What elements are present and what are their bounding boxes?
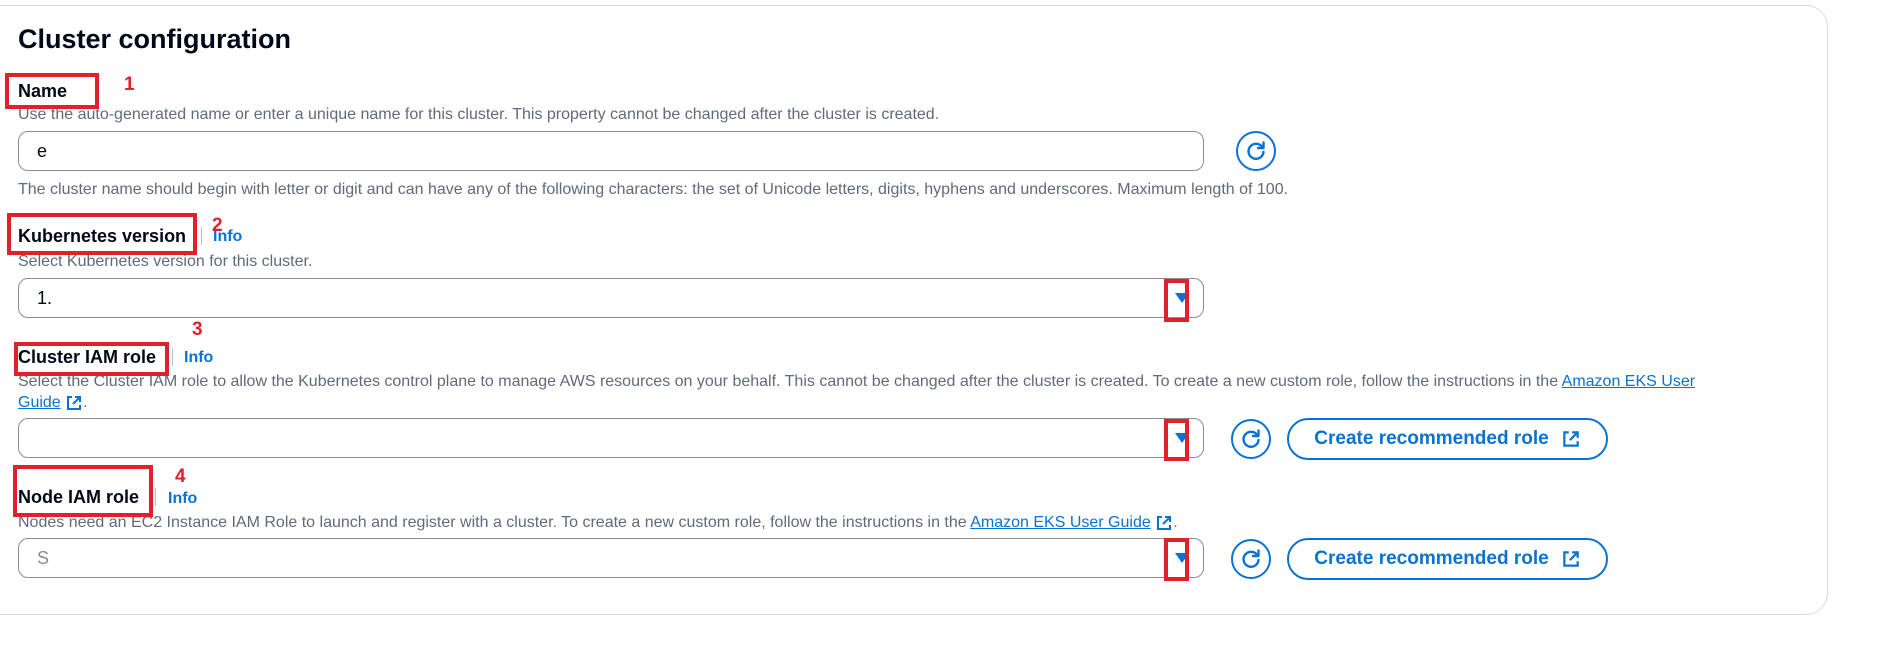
refresh-name-button[interactable] xyxy=(1236,131,1276,171)
section-title: Cluster configuration xyxy=(18,24,292,54)
cluster-iam-role-description-continued: Guide . xyxy=(18,394,88,412)
cluster-iam-role-select[interactable] xyxy=(18,418,1204,458)
cluster-iam-role-info-link[interactable]: Info xyxy=(184,349,213,367)
cluster-iam-role-description: Select the Cluster IAM role to allow the… xyxy=(18,373,1695,391)
refresh-cluster-role-button[interactable] xyxy=(1231,419,1271,459)
refresh-node-role-button[interactable] xyxy=(1231,539,1271,579)
amazon-eks-user-guide-link[interactable]: Guide xyxy=(18,394,61,411)
kubernetes-version-select[interactable]: 1. xyxy=(18,278,1204,318)
annotation-box-cluster-iam-role xyxy=(14,342,169,376)
name-description: Use the auto-generated name or enter a u… xyxy=(18,106,940,123)
label-separator xyxy=(172,348,173,366)
external-link-icon xyxy=(67,396,82,410)
create-recommended-role-label: Create recommended role xyxy=(1314,428,1549,449)
annotation-number-3: 3 xyxy=(192,319,203,340)
kubernetes-version-value: 1. xyxy=(37,288,53,308)
annotation-box-node-role-dropdown xyxy=(1164,538,1189,581)
description-text: Select the Cluster IAM role to allow the… xyxy=(18,373,1562,390)
create-recommended-cluster-role-button[interactable]: Create recommended role xyxy=(1287,418,1608,460)
kubernetes-version-description: Select Kubernetes version for this clust… xyxy=(18,253,313,270)
refresh-icon xyxy=(1242,429,1260,448)
amazon-eks-user-guide-link[interactable]: Amazon EKS User Guide xyxy=(970,514,1151,531)
refresh-icon xyxy=(1242,549,1260,568)
node-iam-role-description: Nodes need an EC2 Instance IAM Role to l… xyxy=(18,514,1178,532)
create-recommended-role-label: Create recommended role xyxy=(1314,548,1549,569)
refresh-icon xyxy=(1247,141,1265,160)
name-constraint-text: The cluster name should begin with lette… xyxy=(18,181,1289,198)
description-text: Nodes need an EC2 Instance IAM Role to l… xyxy=(18,514,971,532)
node-iam-role-select[interactable]: S xyxy=(18,538,1204,578)
name-input-value: e xyxy=(37,141,48,161)
annotation-number-4: 4 xyxy=(175,466,186,487)
create-recommended-node-role-button[interactable]: Create recommended role xyxy=(1287,538,1608,580)
node-iam-role-info-link[interactable]: Info xyxy=(168,490,197,508)
annotation-box-node-iam-role xyxy=(13,465,153,517)
node-iam-role-value: S xyxy=(37,548,50,568)
annotation-box-kubernetes-version xyxy=(7,213,197,255)
external-link-icon xyxy=(1562,551,1579,567)
annotation-box-cluster-role-dropdown xyxy=(1164,419,1189,461)
annotation-box-version-dropdown xyxy=(1164,279,1189,322)
description-suffix: . xyxy=(83,394,88,412)
name-input[interactable]: e xyxy=(18,131,1204,171)
annotation-number-2: 2 xyxy=(212,215,223,236)
annotation-number-1: 1 xyxy=(124,74,135,95)
label-separator xyxy=(155,488,156,506)
external-link-icon xyxy=(1157,516,1172,530)
annotation-box-name xyxy=(5,73,99,109)
amazon-eks-user-guide-link[interactable]: Amazon EKS User xyxy=(1562,373,1695,390)
label-separator xyxy=(201,227,202,245)
description-suffix: . xyxy=(1173,514,1178,532)
external-link-icon xyxy=(1562,431,1579,447)
